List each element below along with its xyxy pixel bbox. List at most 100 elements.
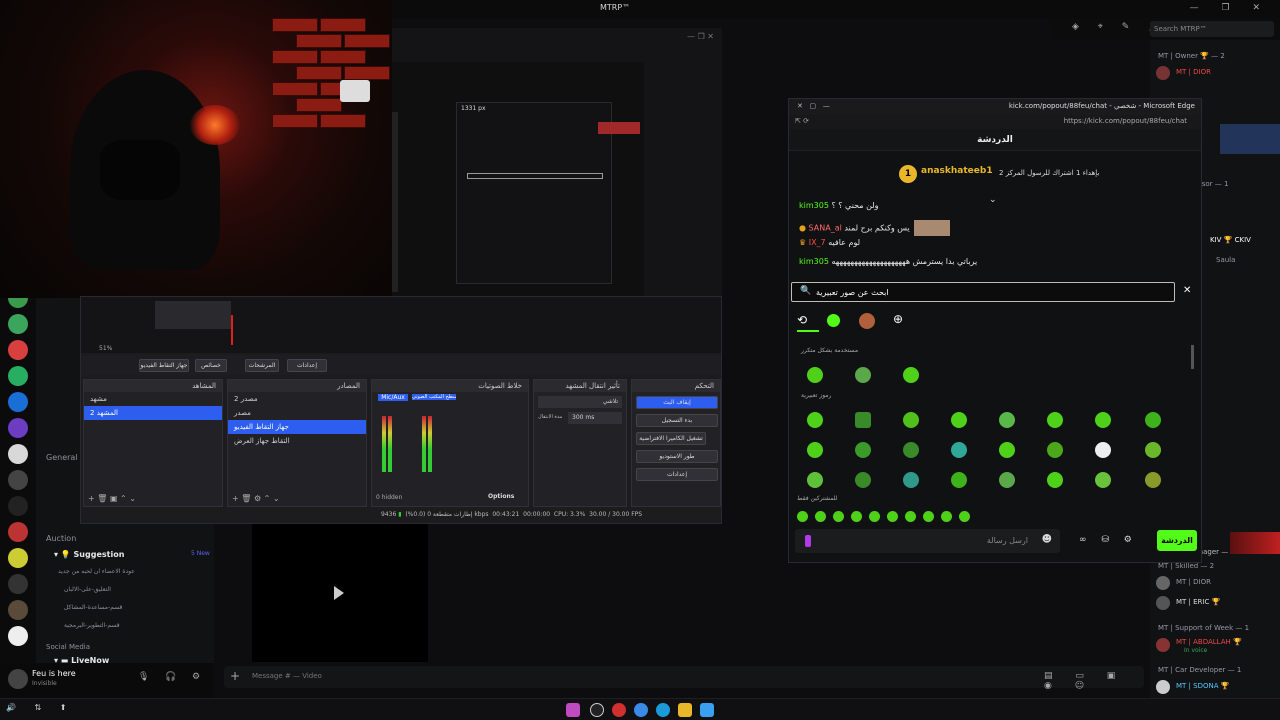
avatar[interactable] bbox=[1156, 680, 1170, 694]
emote[interactable] bbox=[951, 412, 967, 428]
source-controls[interactable]: + 🗑 ⚙ ⌃ ⌄ bbox=[232, 494, 280, 503]
server-icon[interactable] bbox=[8, 340, 28, 360]
server-icon[interactable] bbox=[8, 626, 28, 646]
emote[interactable] bbox=[923, 511, 934, 522]
emote[interactable] bbox=[1145, 412, 1161, 428]
scene-item[interactable]: مشهد bbox=[84, 392, 222, 406]
edge-icon[interactable] bbox=[656, 703, 670, 717]
virtual-camera-button[interactable]: تشغيل الكاميرا الافتراضية bbox=[636, 432, 706, 445]
emote[interactable] bbox=[903, 367, 919, 383]
chat-username[interactable]: kim305 bbox=[799, 257, 829, 266]
member-name[interactable]: MT | DIOR bbox=[1176, 68, 1211, 76]
emote[interactable] bbox=[797, 511, 808, 522]
emote[interactable] bbox=[1047, 442, 1063, 458]
member-name[interactable]: MT | ERIC 🏆 bbox=[1176, 598, 1220, 606]
stop-stream-button[interactable]: إيقاف البث bbox=[636, 396, 718, 409]
window-controls[interactable]: ✕ ▢ — bbox=[797, 102, 830, 110]
thread-item[interactable]: قسم-التطوير-البرمجية bbox=[64, 622, 120, 629]
tab-properties[interactable]: خصائص bbox=[195, 359, 227, 372]
emote[interactable] bbox=[941, 511, 952, 522]
source-item-selected[interactable]: جهاز التقاط الفيديو bbox=[228, 420, 366, 434]
scene-item-selected[interactable]: المشهد 2 bbox=[84, 406, 222, 420]
tab-filters[interactable]: المرشحات bbox=[245, 359, 279, 372]
tray-icons[interactable]: 🔊 ⇅ ⬆ bbox=[6, 703, 74, 712]
emote[interactable] bbox=[851, 511, 862, 522]
thread-item[interactable]: التعليق-على-الالبان bbox=[64, 586, 111, 593]
video-embed[interactable] bbox=[252, 524, 428, 662]
channel-suggestion[interactable]: ▾ 💡 Suggestion bbox=[54, 550, 124, 559]
windows-icon[interactable] bbox=[700, 703, 714, 717]
emote[interactable] bbox=[1047, 412, 1063, 428]
collapse-icon[interactable]: ⌄ bbox=[989, 195, 997, 205]
server-icon[interactable] bbox=[8, 314, 28, 334]
server-icon[interactable] bbox=[8, 366, 28, 386]
server-icon[interactable] bbox=[8, 574, 28, 594]
emote[interactable] bbox=[951, 442, 967, 458]
emote[interactable] bbox=[1145, 472, 1161, 488]
emote[interactable] bbox=[807, 367, 823, 383]
chat-username[interactable]: SANA_al bbox=[809, 224, 842, 233]
source-item[interactable]: التقاط جهاز العرض bbox=[228, 434, 366, 448]
server-icon[interactable] bbox=[8, 600, 28, 620]
emote[interactable] bbox=[833, 511, 844, 522]
emote[interactable] bbox=[807, 442, 823, 458]
channel-emotes-tab[interactable] bbox=[859, 313, 875, 329]
chrome-icon[interactable] bbox=[634, 703, 648, 717]
kick-emotes-tab[interactable] bbox=[827, 314, 840, 327]
emote[interactable] bbox=[869, 511, 880, 522]
emoji-icon[interactable]: ☻ bbox=[1042, 534, 1052, 545]
globe-icon[interactable]: ⊕ bbox=[893, 312, 903, 326]
avatar[interactable] bbox=[1156, 596, 1170, 610]
member-name[interactable]: Saula bbox=[1216, 256, 1235, 264]
recent-icon[interactable]: ⟲ bbox=[797, 313, 807, 327]
emote[interactable] bbox=[951, 472, 967, 488]
member-name[interactable]: MT | ABDALLAH 🏆 bbox=[1176, 638, 1242, 646]
tab-video-capture[interactable]: جهاز التقاط الفيديو bbox=[139, 359, 189, 372]
gear-icon[interactable]: ⚙ bbox=[192, 672, 200, 682]
nav-icons[interactable]: ⇱ ⟳ bbox=[795, 117, 809, 125]
close-icon[interactable]: ✕ bbox=[1183, 285, 1191, 296]
tab-settings[interactable]: إعدادات bbox=[287, 359, 327, 372]
scrollbar[interactable] bbox=[1191, 345, 1194, 369]
server-icon[interactable] bbox=[8, 418, 28, 438]
duration-input[interactable]: 300 ms bbox=[568, 412, 622, 424]
emote[interactable] bbox=[1095, 442, 1111, 458]
emote[interactable] bbox=[815, 511, 826, 522]
window-controls[interactable]: — ❐ ✕ bbox=[1190, 3, 1270, 13]
chat-username[interactable]: IX_7 bbox=[809, 238, 826, 247]
avatar[interactable] bbox=[1156, 638, 1170, 652]
obs-icon[interactable] bbox=[590, 703, 604, 717]
studio-mode-button[interactable]: طور الاستوديو bbox=[636, 450, 718, 463]
app-icon[interactable] bbox=[612, 703, 626, 717]
emote[interactable] bbox=[905, 511, 916, 522]
message-input[interactable]: Message # — Video bbox=[252, 672, 322, 680]
pinned-username[interactable]: anaskhateeb1 bbox=[921, 166, 993, 176]
emote-search-input[interactable]: 🔍 ابحث عن صور تعبيرية bbox=[791, 282, 1175, 302]
emote[interactable] bbox=[1095, 412, 1111, 428]
app-icon[interactable] bbox=[566, 703, 580, 717]
category-label[interactable]: General bbox=[46, 453, 78, 462]
emote[interactable] bbox=[903, 472, 919, 488]
avatar[interactable] bbox=[1156, 576, 1170, 590]
emote[interactable] bbox=[855, 412, 871, 428]
message-tools[interactable]: ▤ ▭ ▣ ◉ ☺ bbox=[1044, 671, 1144, 691]
chat-input[interactable]: ارسل رسالة ☻ bbox=[795, 529, 1060, 553]
emote[interactable] bbox=[807, 412, 823, 428]
source-item[interactable]: مصدر bbox=[228, 406, 366, 420]
emote[interactable] bbox=[887, 511, 898, 522]
start-recording-button[interactable]: بدء التسجيل bbox=[636, 414, 718, 427]
send-chat-button[interactable]: الدردشة bbox=[1157, 530, 1197, 551]
server-icon[interactable] bbox=[8, 470, 28, 490]
scene-controls[interactable]: + 🗑 ▣ ⌃ ⌄ bbox=[88, 494, 136, 503]
emote[interactable] bbox=[855, 367, 871, 383]
member-name[interactable]: MT | SDONA 🏆 bbox=[1176, 682, 1229, 690]
thread-item[interactable]: قسم-مساعدة-المشاكل bbox=[64, 604, 122, 611]
emote[interactable] bbox=[855, 442, 871, 458]
options-button[interactable]: Options bbox=[488, 493, 514, 500]
settings-button[interactable]: إعدادات bbox=[636, 468, 718, 481]
headphones-icon[interactable]: 🎧 bbox=[165, 672, 176, 682]
member-name[interactable]: MT | DIOR bbox=[1176, 578, 1211, 586]
member-name[interactable]: KIV 🏆 CKIV bbox=[1210, 236, 1251, 244]
emote[interactable] bbox=[855, 472, 871, 488]
url-text[interactable]: https://kick.com/popout/88feu/chat bbox=[1064, 117, 1187, 125]
